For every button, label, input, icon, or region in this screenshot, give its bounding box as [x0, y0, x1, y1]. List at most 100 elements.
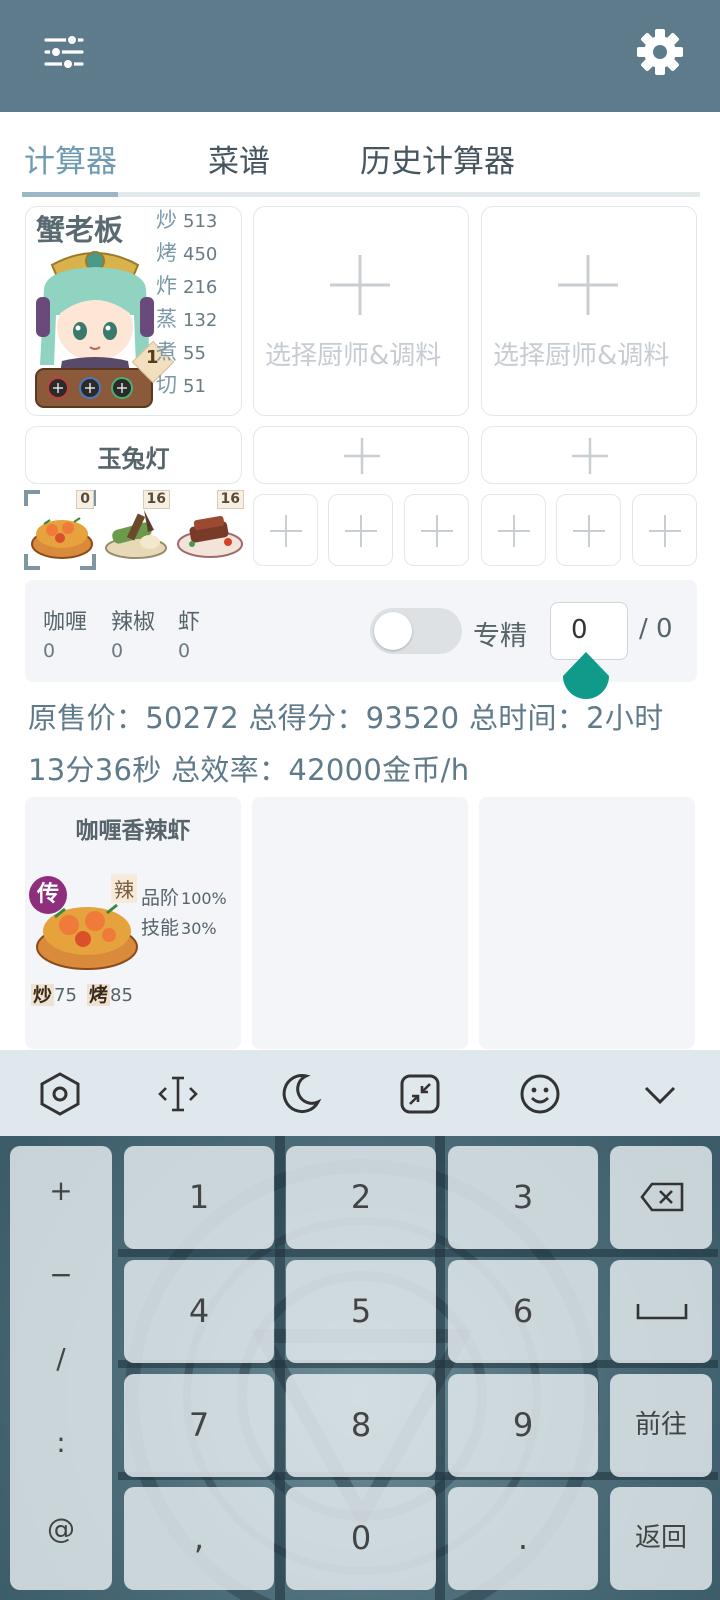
select-chef-card-3[interactable]: 选择厨师&调料 — [481, 206, 697, 416]
key-colon[interactable]: : — [10, 1426, 112, 1459]
key-slash[interactable]: / — [10, 1342, 112, 1375]
plus-icon — [573, 515, 605, 547]
tab-calculator[interactable]: 计算器 — [24, 136, 117, 181]
quality-value: 100% — [181, 889, 227, 908]
skill-line: 技能 30% — [141, 913, 217, 940]
gear-icon[interactable] — [634, 26, 686, 78]
key-plus[interactable]: + — [10, 1174, 112, 1207]
tab-track — [22, 192, 700, 197]
quality-line: 品阶 100% — [141, 883, 227, 910]
stat-value: 51 — [183, 376, 206, 397]
tab-recipes[interactable]: 菜谱 — [208, 136, 270, 181]
ingredient-name: 辣椒 — [111, 610, 156, 635]
plus-icon — [558, 255, 618, 315]
key-6[interactable]: 6 — [448, 1260, 598, 1363]
empty-slot[interactable] — [253, 494, 318, 566]
equipment-slot-3[interactable] — [481, 426, 697, 484]
plus-icon — [421, 515, 453, 547]
key-3[interactable]: 3 — [448, 1146, 598, 1249]
dish-count-badge: 16 — [216, 490, 244, 509]
emoji-icon[interactable] — [516, 1070, 564, 1118]
curry-shrimp-dish-icon — [31, 517, 93, 559]
result-card-3[interactable] — [479, 797, 695, 1049]
go-key[interactable]: 前往 — [610, 1374, 712, 1477]
plus-icon — [572, 438, 608, 474]
tab-bar: 计算器 菜谱 历史计算器 — [0, 112, 720, 200]
equipment-slot-2[interactable] — [253, 426, 469, 484]
requirement-skill: 炒 — [31, 984, 55, 1006]
cursor-move-icon[interactable] — [154, 1070, 202, 1118]
key-4[interactable]: 4 — [124, 1260, 274, 1363]
app-bar — [0, 0, 720, 112]
stat-key: 切 — [156, 373, 177, 397]
equipment-name: 玉兔灯 — [97, 445, 170, 473]
key-minus[interactable]: − — [10, 1258, 112, 1291]
toggle-knob — [374, 612, 412, 650]
empty-slot[interactable] — [481, 494, 546, 566]
space-key[interactable] — [610, 1260, 712, 1363]
empty-slot[interactable] — [404, 494, 469, 566]
plus-icon — [270, 515, 302, 547]
stat-value: 216 — [183, 277, 218, 298]
stat-value: 450 — [183, 244, 218, 265]
key-5[interactable]: 5 — [286, 1260, 436, 1363]
sliders-icon[interactable] — [40, 28, 88, 76]
stat-key: 蒸 — [156, 307, 177, 331]
hexagon-settings-icon[interactable] — [36, 1070, 84, 1118]
result-card-2[interactable] — [252, 797, 468, 1049]
taste-tag: 辣 — [111, 874, 137, 903]
moon-icon[interactable] — [276, 1070, 324, 1118]
requirement-value: 85 — [110, 985, 133, 1006]
plus-icon — [345, 515, 377, 547]
key-9[interactable]: 9 — [448, 1374, 598, 1477]
stat-key: 煮 — [156, 340, 177, 364]
chevron-down-icon[interactable] — [636, 1070, 684, 1118]
chef-avatar — [35, 251, 154, 408]
tab-indicator — [22, 192, 118, 197]
chef-card[interactable]: 蟹老板 1 炒 513 烤 450 炸 216 蒸 132 煮 55 切 51 — [25, 206, 242, 416]
select-chef-card-2[interactable]: 选择厨师&调料 — [253, 206, 469, 416]
dish-count-badge: 0 — [76, 490, 94, 509]
keyboard-toolbar — [0, 1050, 720, 1136]
tab-history-calculator[interactable]: 历史计算器 — [360, 136, 515, 181]
mastery-toggle[interactable] — [370, 608, 462, 654]
stat-value: 513 — [183, 211, 218, 232]
dish-slot-3[interactable]: 16 — [176, 490, 244, 560]
plus-icon — [498, 515, 530, 547]
key-7[interactable]: 7 — [124, 1374, 274, 1477]
equipment-slot-1[interactable]: 玉兔灯 — [25, 426, 242, 484]
skill-label: 技能 — [141, 917, 180, 939]
key-period[interactable]: . — [448, 1487, 598, 1590]
skill-value: 30% — [181, 919, 217, 938]
ingredient-value: 0 — [178, 640, 191, 662]
key-1[interactable]: 1 — [124, 1146, 274, 1249]
dish-slot-2[interactable]: 16 — [102, 490, 170, 560]
requirement-tag: 炒 75 — [31, 980, 77, 1007]
result-dish-title: 咖喱香辣虾 — [75, 818, 191, 844]
backspace-key[interactable] — [610, 1146, 712, 1249]
select-chef-label: 选择厨师&调料 — [265, 341, 442, 371]
mastery-max: / 0 — [639, 614, 673, 644]
key-at[interactable]: @ — [10, 1512, 112, 1545]
dish-slot-1-selected[interactable]: 0 — [24, 490, 96, 570]
backspace-icon — [640, 1182, 684, 1212]
select-chef-label: 选择厨师&调料 — [493, 341, 670, 371]
bamboo-dish-icon — [105, 510, 167, 559]
quality-label: 品阶 — [141, 887, 180, 909]
back-key[interactable]: 返回 — [610, 1487, 712, 1590]
key-0[interactable]: 0 — [286, 1487, 436, 1590]
result-card-1[interactable]: 咖喱香辣虾 传 辣 品阶 100% 技能 30% 炒 75 烤 85 — [25, 797, 241, 1049]
ingredient-name: 虾 — [178, 610, 201, 635]
numeric-keyboard: + − / : @ 1 2 3 4 5 6 7 8 9 , 0 . 前往 返回 — [0, 1136, 720, 1600]
empty-slot[interactable] — [328, 494, 393, 566]
requirement-value: 75 — [54, 985, 77, 1006]
empty-slot[interactable] — [556, 494, 621, 566]
key-comma[interactable]: , — [124, 1487, 274, 1590]
empty-slot[interactable] — [632, 494, 697, 566]
plus-icon — [649, 515, 681, 547]
collapse-icon[interactable] — [396, 1070, 444, 1118]
key-2[interactable]: 2 — [286, 1146, 436, 1249]
key-8[interactable]: 8 — [286, 1374, 436, 1477]
calculation-summary: 原售价：50272 总得分：93520 总时间：2小时13分36秒 总效率：42… — [28, 701, 664, 787]
stat-value: 55 — [183, 343, 206, 364]
